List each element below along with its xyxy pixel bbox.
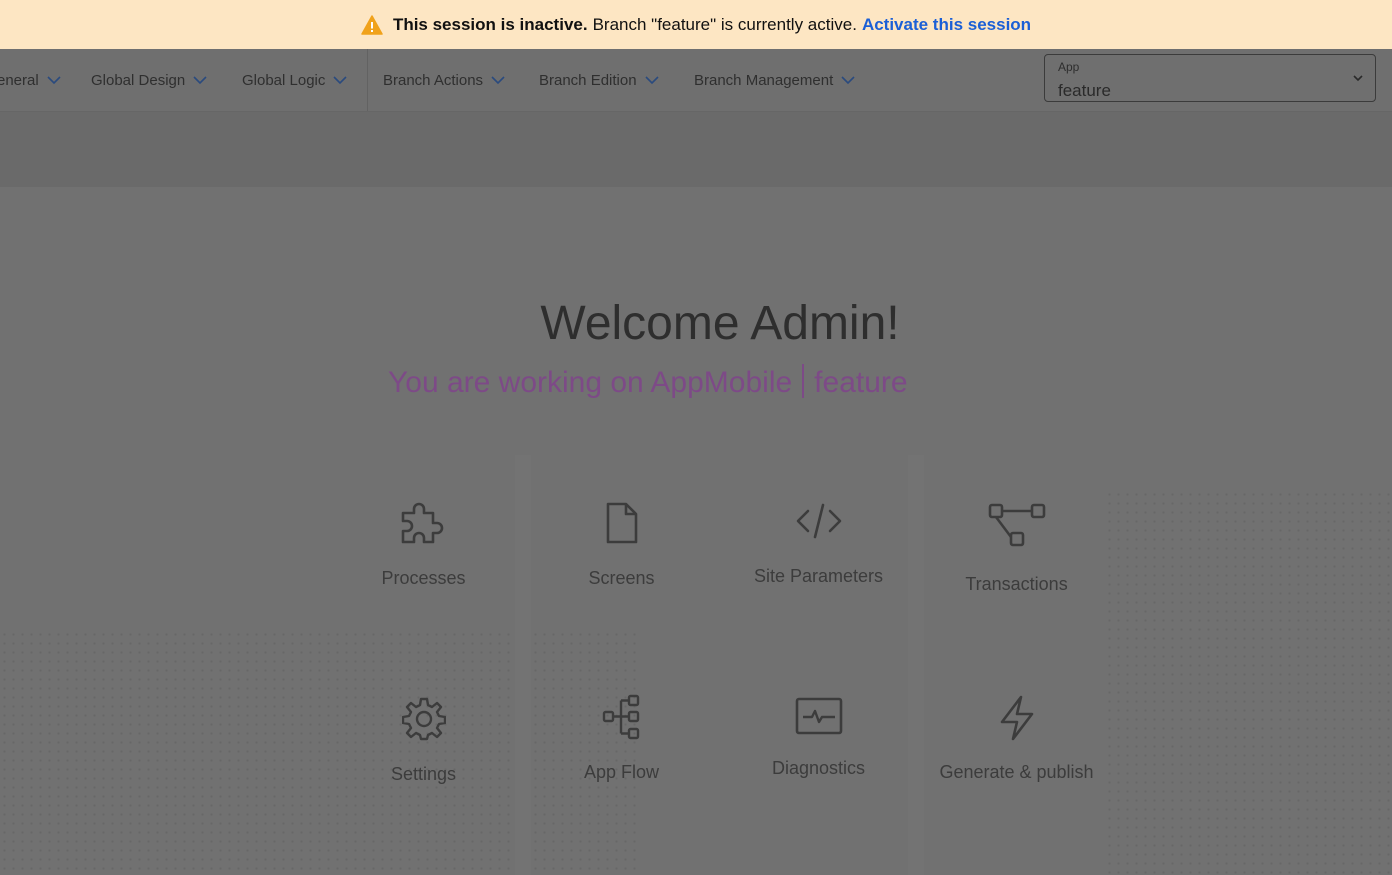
document-icon [606, 502, 637, 544]
nav-general[interactable]: eneral [0, 49, 61, 111]
tile-settings[interactable]: Settings [325, 656, 522, 852]
nav-divider [367, 49, 368, 111]
tile-generate-publish[interactable]: Generate & publish [918, 656, 1115, 852]
chevron-down-icon [333, 75, 347, 84]
chevron-down-icon [47, 75, 61, 84]
app-select[interactable]: App feature [1044, 54, 1376, 102]
chevron-down-icon [644, 75, 659, 84]
lightning-icon [1000, 695, 1033, 741]
tile-transactions[interactable]: Transactions [918, 460, 1115, 656]
nav-branch-actions-label: Branch Actions [383, 71, 484, 89]
nav-global-logic-label: Global Logic [242, 71, 326, 89]
separator [802, 364, 805, 398]
tile-label: Site Parameters [753, 566, 884, 586]
chevron-down-icon [841, 75, 855, 84]
session-inactive-banner: This session is inactive. Branch "featur… [0, 0, 1392, 49]
diagnostics-icon [795, 697, 842, 735]
banner-strong-text: This session is inactive. [392, 14, 588, 34]
working-on-branch: feature [814, 366, 908, 399]
tile-label: Generate & publish [939, 762, 1094, 782]
tile-label: Screens [588, 568, 655, 588]
chevron-down-icon [193, 75, 207, 84]
app-select-value: feature [1058, 81, 1111, 100]
dot-pattern [1105, 490, 1392, 875]
tile-app-flow[interactable]: App Flow [523, 656, 720, 852]
tile-label: Settings [390, 764, 457, 784]
working-on-text: You are working on AppMobile feature [388, 364, 908, 400]
nav-branch-edition[interactable]: Branch Edition [539, 49, 659, 111]
tile-screens[interactable]: Screens [523, 460, 720, 656]
nav-branch-edition-label: Branch Edition [539, 71, 637, 89]
flow-icon [602, 694, 639, 740]
nav-global-logic[interactable]: Global Logic [242, 49, 347, 111]
tile-label: App Flow [583, 762, 660, 782]
gear-icon [401, 697, 446, 741]
puzzle-icon [401, 502, 443, 544]
activate-session-link[interactable]: Activate this session [862, 15, 1031, 35]
page-title: Welcome Admin! [540, 297, 900, 350]
tile-site-parameters[interactable]: Site Parameters [720, 460, 917, 656]
nav-general-label: eneral [0, 71, 39, 89]
warning-icon [361, 14, 383, 35]
nav-global-design-label: Global Design [91, 71, 186, 89]
chevron-down-icon [1353, 75, 1363, 82]
tile-label: Diagnostics [771, 758, 866, 778]
nav-branch-management-label: Branch Management [694, 71, 834, 89]
tile-label: Processes [381, 568, 466, 588]
app-select-label: App [1058, 60, 1080, 74]
working-on-app: You are working on AppMobile [388, 366, 793, 399]
nav-branch-actions[interactable]: Branch Actions [383, 49, 505, 111]
banner-message: Branch "feature" is currently active. [592, 14, 857, 34]
tile-processes[interactable]: Processes [325, 460, 522, 656]
subheader-band [0, 112, 1392, 187]
transactions-icon [988, 503, 1045, 547]
nav-branch-management[interactable]: Branch Management [694, 49, 855, 111]
chevron-down-icon [491, 75, 505, 84]
tile-label: Transactions [965, 574, 1068, 594]
code-icon [796, 503, 841, 539]
tile-diagnostics[interactable]: Diagnostics [720, 656, 917, 852]
nav-global-design[interactable]: Global Design [91, 49, 207, 111]
